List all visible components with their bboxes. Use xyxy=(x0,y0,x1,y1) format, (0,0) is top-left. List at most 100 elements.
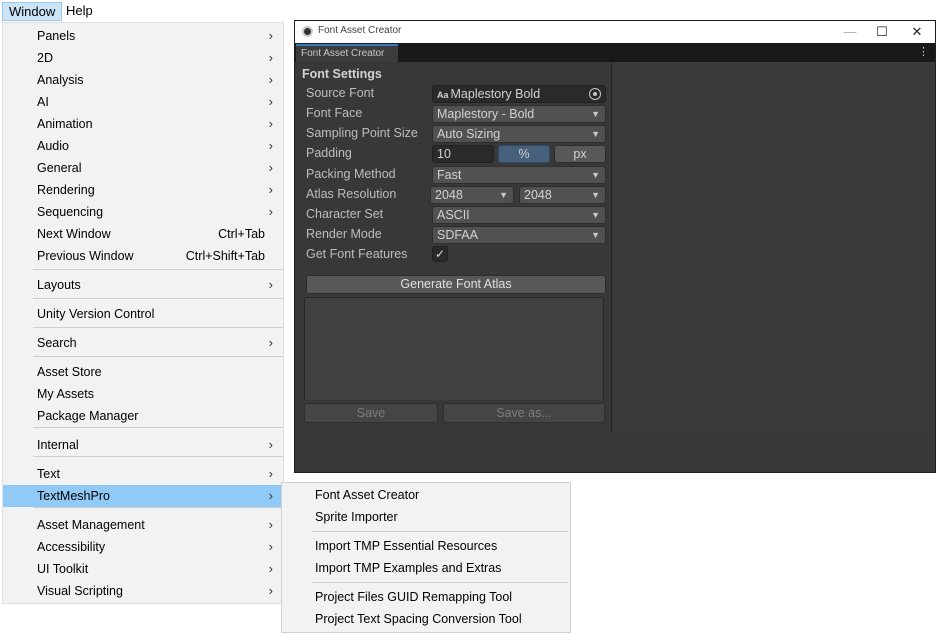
chevron-right-icon: › xyxy=(268,466,273,481)
menu-item-ui-toolkit[interactable]: UI Toolkit › xyxy=(3,558,283,580)
menu-item-search[interactable]: Search › xyxy=(3,332,283,354)
submenu-item-import-tmp-essential-resources[interactable]: Import TMP Essential Resources xyxy=(282,535,570,557)
atlas-height-dropdown[interactable]: 2048 ▼ xyxy=(519,186,606,204)
sampling-point-size-label: Sampling Point Size xyxy=(306,126,418,140)
font-face-dropdown[interactable]: Maplestory - Bold ▼ xyxy=(432,105,606,123)
menu-item-unity-version-control[interactable]: Unity Version Control xyxy=(3,303,283,325)
menu-item-label: UI Toolkit xyxy=(37,562,89,576)
submenu-item-project-files-guid-remapping-tool[interactable]: Project Files GUID Remapping Tool xyxy=(282,586,570,608)
chevron-right-icon: › xyxy=(268,72,273,87)
menu-item-asset-management[interactable]: Asset Management › xyxy=(3,514,283,536)
menu-item-label: Text xyxy=(37,467,60,481)
chevron-right-icon: › xyxy=(268,335,273,350)
menu-item-internal[interactable]: Internal › xyxy=(3,434,283,456)
submenu-item-label: Project Text Spacing Conversion Tool xyxy=(315,612,522,626)
menu-item-label: AI xyxy=(37,95,49,109)
menu-separator xyxy=(33,456,283,457)
menu-item-textmeshpro[interactable]: TextMeshPro › xyxy=(3,485,283,507)
menu-item-package-manager[interactable]: Package Manager xyxy=(3,405,283,427)
chevron-right-icon: › xyxy=(268,160,273,175)
menu-separator xyxy=(312,582,568,583)
window-title: Font Asset Creator xyxy=(318,25,402,36)
generate-font-atlas-button[interactable]: Generate Font Atlas xyxy=(306,275,606,294)
save-button[interactable]: Save xyxy=(304,403,438,423)
menu-item-layouts[interactable]: Layouts › xyxy=(3,274,283,296)
chevron-right-icon: › xyxy=(268,517,273,532)
menu-item-label: Internal xyxy=(37,438,79,452)
chevron-right-icon: › xyxy=(268,204,273,219)
menu-item-panels[interactable]: Panels › xyxy=(3,25,283,47)
padding-px-button[interactable]: px xyxy=(554,145,606,163)
chevron-right-icon: › xyxy=(268,50,273,65)
menu-item-shortcut: Ctrl+Tab xyxy=(218,227,265,241)
menu-item-my-assets[interactable]: My Assets xyxy=(3,383,283,405)
tab-bar: Font Asset Creator ⋮ xyxy=(295,43,935,62)
submenu-item-label: Font Asset Creator xyxy=(315,488,420,502)
menu-item-label: Search xyxy=(37,336,77,350)
packing-method-dropdown[interactable]: Fast ▼ xyxy=(432,166,606,184)
render-mode-label: Render Mode xyxy=(306,227,382,241)
menu-item-audio[interactable]: Audio › xyxy=(3,135,283,157)
submenu-item-font-asset-creator[interactable]: Font Asset Creator xyxy=(282,484,570,506)
atlas-width-dropdown[interactable]: 2048 ▼ xyxy=(430,186,514,204)
tab-font-asset-creator[interactable]: Font Asset Creator xyxy=(296,44,398,62)
menu-help[interactable]: Help xyxy=(60,2,99,21)
atlas-preview-area xyxy=(611,62,935,432)
menu-item-rendering[interactable]: Rendering › xyxy=(3,179,283,201)
save-as-button[interactable]: Save as... xyxy=(443,403,605,423)
menu-item-sequencing[interactable]: Sequencing › xyxy=(3,201,283,223)
submenu-item-sprite-importer[interactable]: Sprite Importer xyxy=(282,506,570,528)
get-font-features-checkbox[interactable]: ✓ xyxy=(432,246,448,262)
menu-item-label: My Assets xyxy=(37,387,94,401)
sampling-point-size-dropdown[interactable]: Auto Sizing ▼ xyxy=(432,125,606,143)
submenu-item-import-tmp-examples-and-extras[interactable]: Import TMP Examples and Extras xyxy=(282,557,570,579)
dropdown-arrow-icon: ▼ xyxy=(591,190,600,200)
get-font-features-row: Get Font Features ✓ xyxy=(305,245,607,265)
font-face-row: Font Face Maplestory - Bold ▼ xyxy=(305,104,607,124)
chevron-right-icon: › xyxy=(268,138,273,153)
chevron-right-icon: › xyxy=(268,94,273,109)
padding-percent-button[interactable]: % xyxy=(498,145,550,163)
menu-window[interactable]: Window xyxy=(2,2,63,21)
source-font-field[interactable]: Aa Maplestory Bold xyxy=(432,85,606,103)
menu-item-ai[interactable]: AI › xyxy=(3,91,283,113)
menu-separator xyxy=(33,327,283,328)
menu-item-animation[interactable]: Animation › xyxy=(3,113,283,135)
menu-item-2d[interactable]: 2D › xyxy=(3,47,283,69)
menu-item-label: Accessibility xyxy=(37,540,106,554)
menu-item-shortcut: Ctrl+Shift+Tab xyxy=(185,249,265,263)
packing-method-label: Packing Method xyxy=(306,167,396,181)
object-picker-icon[interactable] xyxy=(589,88,601,100)
menu-item-next-window[interactable]: Next Window Ctrl+Tab xyxy=(3,223,283,245)
character-set-dropdown[interactable]: ASCII ▼ xyxy=(432,206,606,224)
submenu-item-project-text-spacing-conversion-tool[interactable]: Project Text Spacing Conversion Tool xyxy=(282,608,570,630)
submenu-item-label: Sprite Importer xyxy=(315,510,398,524)
menu-item-analysis[interactable]: Analysis › xyxy=(3,69,283,91)
minimize-icon[interactable]: — xyxy=(835,22,865,42)
more-options-icon[interactable]: ⋮ xyxy=(918,45,929,58)
atlas-width-value: 2048 xyxy=(435,188,463,202)
render-mode-dropdown[interactable]: SDFAA ▼ xyxy=(432,226,606,244)
maximize-icon[interactable]: ☐ xyxy=(867,22,897,42)
close-icon[interactable]: ✕ xyxy=(902,22,932,42)
menu-item-accessibility[interactable]: Accessibility › xyxy=(3,536,283,558)
padding-input[interactable]: 10 xyxy=(432,145,494,163)
window-titlebar[interactable]: Font Asset Creator — ☐ ✕ xyxy=(295,21,935,43)
menu-item-visual-scripting[interactable]: Visual Scripting › xyxy=(3,580,283,602)
menu-item-label: Asset Management xyxy=(37,518,145,532)
menu-item-label: Previous Window xyxy=(37,249,134,263)
save-bar: Save Save as... xyxy=(295,400,610,440)
menu-item-asset-store[interactable]: Asset Store xyxy=(3,361,283,383)
menu-item-previous-window[interactable]: Previous Window Ctrl+Shift+Tab xyxy=(3,245,283,267)
font-face-label: Font Face xyxy=(306,106,363,120)
menu-item-general[interactable]: General › xyxy=(3,157,283,179)
menu-item-label: Animation xyxy=(37,117,93,131)
chevron-right-icon: › xyxy=(268,539,273,554)
chevron-right-icon: › xyxy=(268,182,273,197)
menu-item-label: TextMeshPro xyxy=(37,489,110,503)
menu-item-label: General xyxy=(37,161,82,175)
menu-separator xyxy=(33,507,283,508)
menu-item-text[interactable]: Text › xyxy=(3,463,283,485)
font-asset-creator-window: Font Asset Creator — ☐ ✕ Font Asset Crea… xyxy=(294,20,936,473)
menu-item-label: Visual Scripting xyxy=(37,584,123,598)
